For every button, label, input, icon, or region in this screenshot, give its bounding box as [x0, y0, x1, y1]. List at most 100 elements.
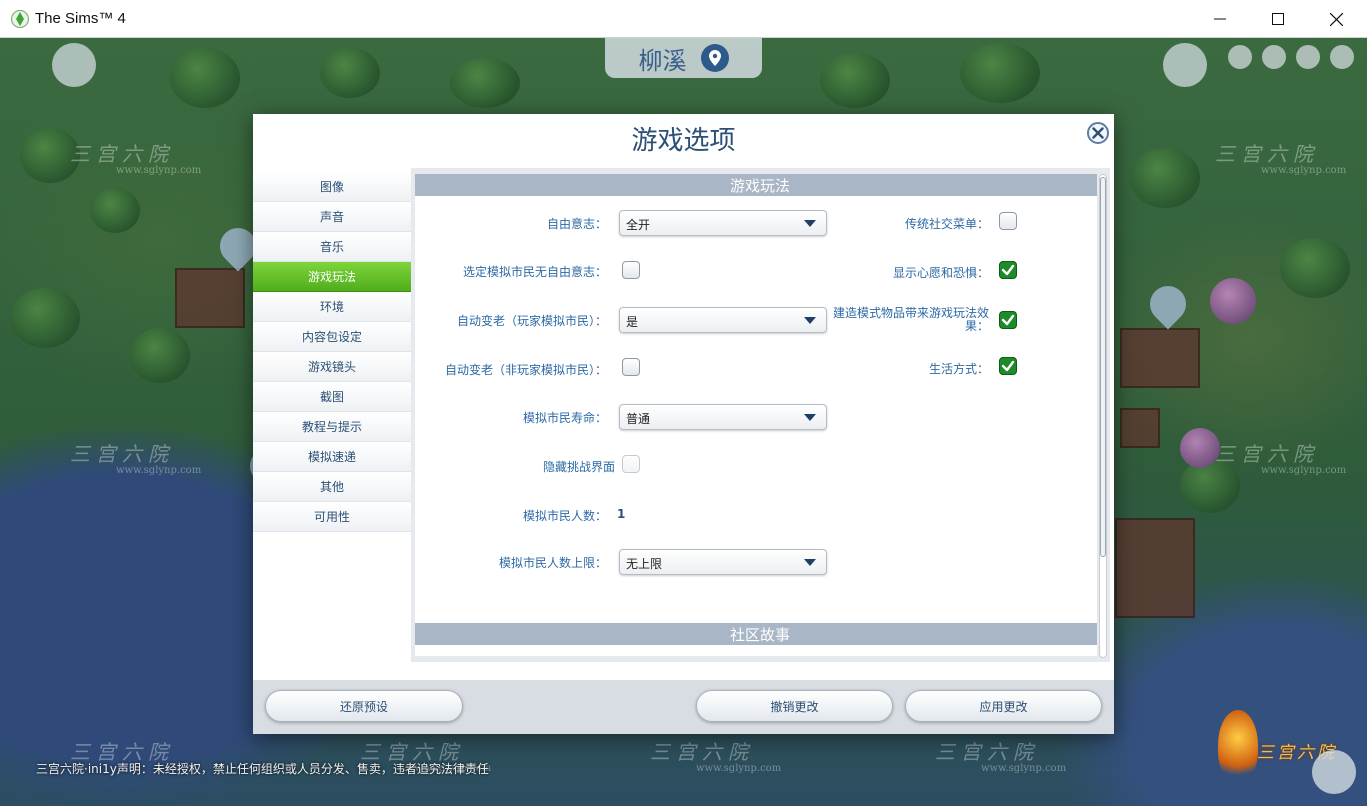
restore-defaults-button[interactable]: 还原预设	[265, 690, 463, 722]
watermark-url: www.sglynp.com	[1261, 165, 1347, 176]
build-mode-gameplay-label: 建造模式物品带来游戏玩法效果：	[832, 306, 989, 333]
settings-panel: 游戏玩法 自由意志： 全开 选定模拟市民无自由意志： 自动变老（玩家模拟市民）：…	[411, 168, 1110, 662]
map-tree	[170, 48, 240, 108]
sim-count-value: 1	[617, 507, 626, 521]
sim-count-limit-value: 无上限	[626, 557, 663, 571]
settings-scrollbar-thumb[interactable]	[1100, 177, 1106, 557]
map-restaurant-pin[interactable]	[1142, 278, 1194, 330]
legacy-social-menu-checkbox[interactable]	[999, 212, 1017, 230]
dragon-emblem-icon	[1218, 710, 1258, 780]
map-blossom-tree	[1180, 428, 1220, 468]
map-tree	[90, 188, 140, 233]
watermark-text: 三宫六院	[650, 740, 754, 764]
watermark-text: 三宫六院	[70, 142, 174, 166]
close-icon	[1329, 12, 1343, 26]
nav-item-music[interactable]: 音乐	[253, 232, 411, 262]
nav-item-graphics[interactable]: 图像	[253, 172, 411, 202]
watermark-url: www.sglynp.com	[116, 465, 202, 476]
nav-item-other[interactable]: 其他	[253, 472, 411, 502]
location-pin-icon	[700, 44, 729, 72]
free-will-value: 全开	[626, 218, 651, 232]
nav-item-camera[interactable]: 游戏镜头	[253, 352, 411, 382]
watermark: 三宫六院 www.sglynp.com	[70, 138, 201, 176]
selected-sim-free-will-label: 选定模拟市民无自由意志：	[462, 265, 607, 279]
auto-age-unplayed-label: 自动变老（非玩家模拟市民）：	[444, 363, 607, 377]
free-will-label: 自由意志：	[546, 217, 607, 231]
sim-count-limit-select[interactable]: 无上限	[619, 549, 827, 575]
minimize-icon	[1214, 18, 1226, 20]
show-wants-fears-checkbox[interactable]	[999, 261, 1017, 279]
nav-item-gameplay[interactable]: 游戏玩法	[253, 262, 411, 292]
more-icon[interactable]	[1330, 45, 1354, 69]
settings-scroll-area: 游戏玩法 自由意志： 全开 选定模拟市民无自由意志： 自动变老（玩家模拟市民）：…	[415, 174, 1097, 656]
dialog-close-button[interactable]	[1087, 122, 1109, 144]
nav-item-pack-settings[interactable]: 内容包设定	[253, 322, 411, 352]
map-tree	[10, 288, 80, 348]
game-options-dialog: 游戏选项 图像 声音 音乐 游戏玩法 环境 内容包设定 游戏镜头 截图 教程与提…	[253, 114, 1114, 734]
lifestyles-checkbox[interactable]	[999, 357, 1017, 375]
chevron-down-icon	[804, 220, 816, 227]
hide-challenge-ui-checkbox[interactable]	[622, 455, 640, 473]
apply-changes-button[interactable]: 应用更改	[905, 690, 1102, 722]
watermark: 三宫六院 www.sglynp.com	[935, 736, 1066, 774]
watermark: 三宫六院 www.sglynp.com	[1215, 138, 1346, 176]
map-tree	[960, 43, 1040, 103]
nav-item-accessibility[interactable]: 可用性	[253, 502, 411, 532]
neighborhood-name-banner[interactable]: 柳溪	[605, 38, 762, 78]
watermark-text: 三宫六院	[1215, 442, 1319, 466]
lifestyles-label: 生活方式：	[928, 362, 989, 376]
cancel-changes-button[interactable]: 撤销更改	[696, 690, 893, 722]
hide-challenge-ui-label: 隐藏挑战界面	[542, 460, 615, 474]
map-tree	[130, 328, 190, 383]
window-close-button[interactable]	[1307, 0, 1365, 38]
sim-lifespan-value: 普通	[626, 412, 651, 426]
settings-scrollbar[interactable]	[1099, 174, 1107, 658]
nav-item-screenshots[interactable]: 截图	[253, 382, 411, 412]
chevron-down-icon	[804, 414, 816, 421]
options-category-nav: 图像 声音 音乐 游戏玩法 环境 内容包设定 游戏镜头 截图 教程与提示 模拟速…	[253, 172, 411, 532]
legacy-social-menu-label: 传统社交菜单：	[904, 217, 989, 231]
map-tree	[450, 58, 520, 108]
sim-count-label: 模拟市民人数：	[522, 509, 607, 523]
map-tree	[1130, 148, 1200, 208]
menu-icon[interactable]	[1296, 45, 1320, 69]
maximize-button[interactable]	[1249, 0, 1307, 38]
auto-age-unplayed-checkbox[interactable]	[622, 358, 640, 376]
lightbulb-icon[interactable]	[1163, 43, 1207, 87]
checkmark-icon	[1001, 360, 1015, 372]
checkmark-icon	[1001, 264, 1015, 276]
nav-item-simstagram[interactable]: 模拟速递	[253, 442, 411, 472]
section-header-community: 社区故事	[415, 623, 1097, 645]
map-house	[175, 268, 245, 328]
nav-item-tutorials-tips[interactable]: 教程与提示	[253, 412, 411, 442]
household-icon[interactable]	[1228, 45, 1252, 69]
map-view-toggle-button[interactable]	[1312, 750, 1356, 794]
nav-item-audio[interactable]: 声音	[253, 202, 411, 232]
sim-lifespan-label: 模拟市民寿命：	[522, 411, 607, 425]
sim-lifespan-select[interactable]: 普通	[619, 404, 827, 430]
world-select-button[interactable]	[52, 43, 96, 87]
sims-plumbob-icon	[11, 9, 29, 29]
hud-icon-group	[1228, 42, 1358, 72]
help-icon[interactable]	[1262, 45, 1286, 69]
free-will-select[interactable]: 全开	[619, 210, 827, 236]
dialog-footer: 还原预设 撤销更改 应用更改	[253, 680, 1114, 734]
section-header-gameplay: 游戏玩法	[415, 174, 1097, 196]
checkmark-icon	[1001, 314, 1015, 326]
auto-age-played-label: 自动变老（玩家模拟市民）：	[456, 314, 607, 328]
show-wants-fears-label: 显示心愿和恐惧：	[892, 266, 989, 280]
map-tree	[1280, 238, 1350, 298]
auto-age-played-select[interactable]: 是	[619, 307, 827, 333]
map-house	[1120, 328, 1200, 388]
watermark-url: www.sglynp.com	[696, 763, 782, 774]
window-title-bar: The Sims™ 4	[0, 0, 1367, 38]
chevron-down-icon	[804, 317, 816, 324]
minimize-button[interactable]	[1191, 0, 1249, 38]
selected-sim-free-will-checkbox[interactable]	[622, 261, 640, 279]
build-mode-gameplay-checkbox[interactable]	[999, 311, 1017, 329]
nav-item-environment[interactable]: 环境	[253, 292, 411, 322]
maximize-icon	[1272, 13, 1284, 25]
sim-count-limit-label: 模拟市民人数上限：	[498, 556, 607, 570]
watermark: 三宫六院 www.sglynp.com	[70, 438, 201, 476]
auto-age-played-value: 是	[626, 315, 639, 329]
